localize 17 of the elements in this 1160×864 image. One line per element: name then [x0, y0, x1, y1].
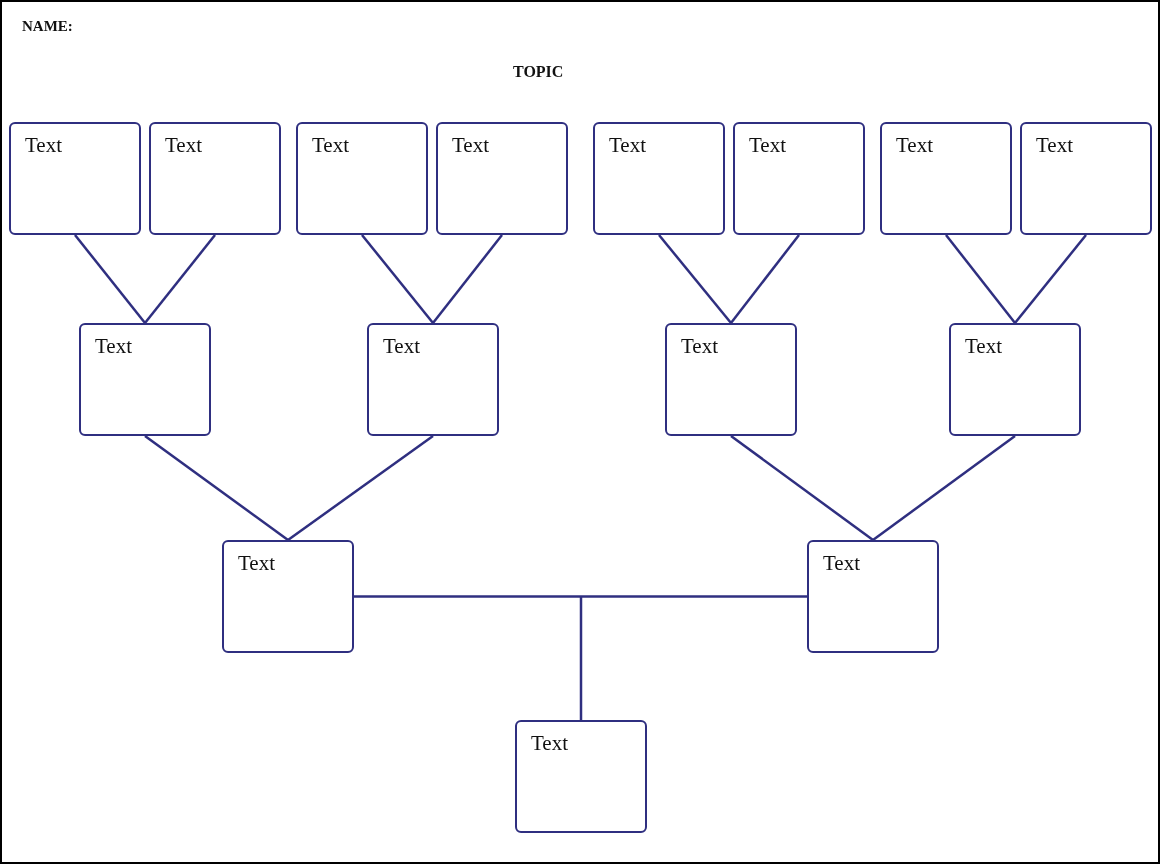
tree-node: Text [949, 323, 1081, 436]
tree-node: Text [733, 122, 865, 235]
tree-node: Text [880, 122, 1012, 235]
tree-node: Text [9, 122, 141, 235]
tree-node: Text [665, 323, 797, 436]
tree-node: Text [1020, 122, 1152, 235]
topic-title: TOPIC [513, 63, 564, 81]
tree-node: Text [222, 540, 354, 653]
tree-node: Text [807, 540, 939, 653]
tree-node: Text [593, 122, 725, 235]
tree-node: Text [367, 323, 499, 436]
tree-node: Text [149, 122, 281, 235]
tree-node: Text [515, 720, 647, 833]
tree-node: Text [296, 122, 428, 235]
tree-node: Text [436, 122, 568, 235]
tree-node: Text [79, 323, 211, 436]
name-label: NAME: [22, 17, 73, 35]
